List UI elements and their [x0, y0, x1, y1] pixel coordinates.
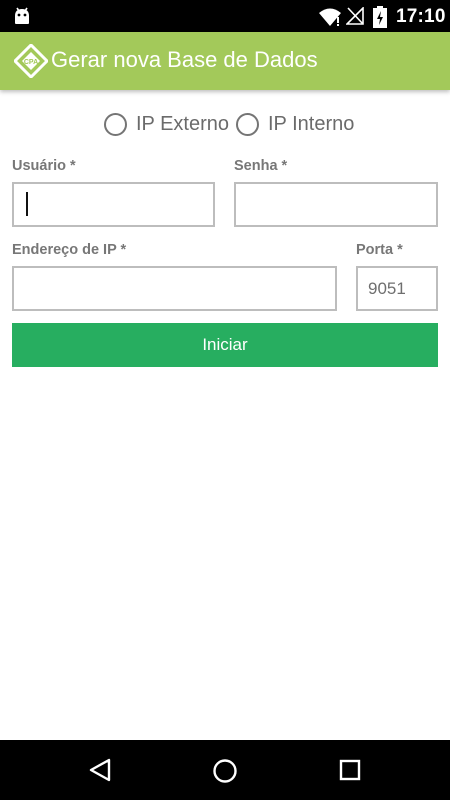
iniciar-button[interactable]: Iniciar	[12, 323, 438, 367]
senha-input[interactable]	[234, 182, 438, 227]
radio-label-ip-externo: IP Externo	[136, 112, 230, 135]
signal-icon	[346, 7, 364, 25]
endereco-ip-input[interactable]	[12, 266, 337, 311]
radio-ip-interno[interactable]: IP Interno	[236, 110, 354, 138]
text-cursor	[26, 192, 28, 216]
radio-circle[interactable]	[104, 112, 127, 136]
status-bar: 17:10	[0, 0, 450, 32]
status-clock: 17:10	[396, 6, 446, 27]
usuario-label: Usuário *	[12, 158, 76, 174]
app-bar: CPA Gerar nova Base de Dados	[0, 32, 450, 90]
wifi-icon	[319, 8, 341, 26]
back-icon[interactable]	[89, 758, 111, 782]
radio-label-ip-interno: IP Interno	[268, 112, 355, 135]
page-title: Gerar nova Base de Dados	[51, 47, 318, 72]
radio-ip-externo[interactable]: IP Externo	[104, 110, 229, 138]
radio-circle[interactable]	[236, 112, 259, 136]
battery-icon	[373, 6, 387, 28]
home-icon[interactable]	[212, 758, 238, 784]
recents-icon[interactable]	[339, 759, 361, 781]
porta-input[interactable]	[356, 266, 438, 311]
endereco-ip-label: Endereço de IP *	[12, 242, 127, 258]
porta-label: Porta *	[356, 242, 403, 258]
svg-text:CPA: CPA	[24, 59, 38, 66]
android-icon	[15, 7, 29, 24]
usuario-input[interactable]	[12, 182, 215, 227]
senha-label: Senha *	[234, 158, 288, 174]
navigation-bar	[0, 740, 450, 800]
cpa-logo-icon: CPA	[14, 44, 48, 78]
